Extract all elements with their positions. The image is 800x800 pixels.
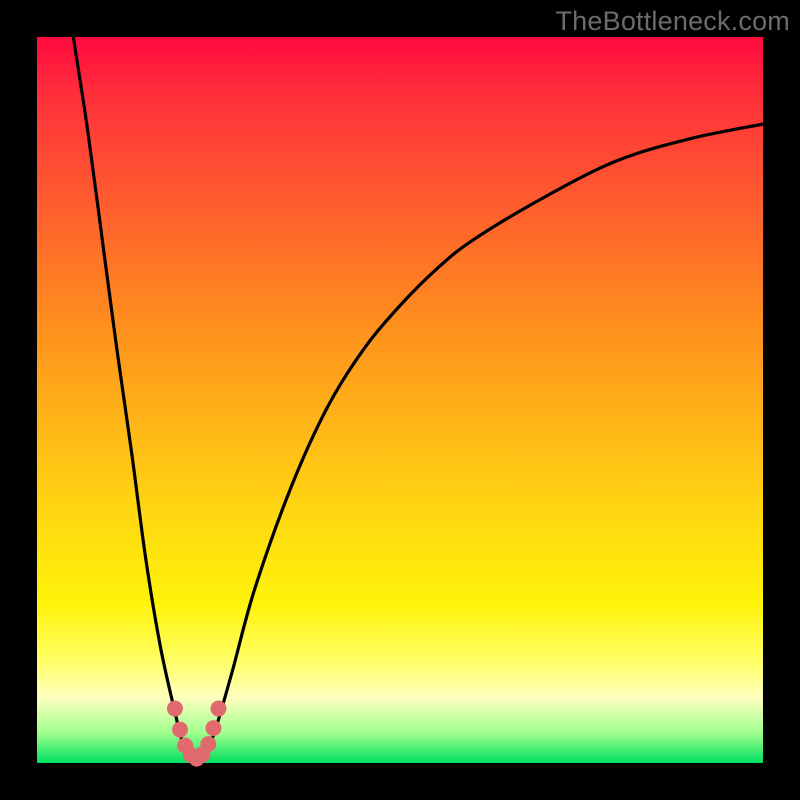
watermark-text: TheBottleneck.com xyxy=(555,6,790,37)
minimum-markers xyxy=(167,701,227,767)
curve-layer xyxy=(37,37,763,763)
minimum-marker xyxy=(172,722,188,738)
minimum-marker xyxy=(205,720,221,736)
minimum-marker xyxy=(167,701,183,717)
bottleneck-curve xyxy=(73,37,763,763)
plot-area xyxy=(37,37,763,763)
minimum-marker xyxy=(200,736,216,752)
chart-frame: TheBottleneck.com xyxy=(0,0,800,800)
minimum-marker xyxy=(211,701,227,717)
